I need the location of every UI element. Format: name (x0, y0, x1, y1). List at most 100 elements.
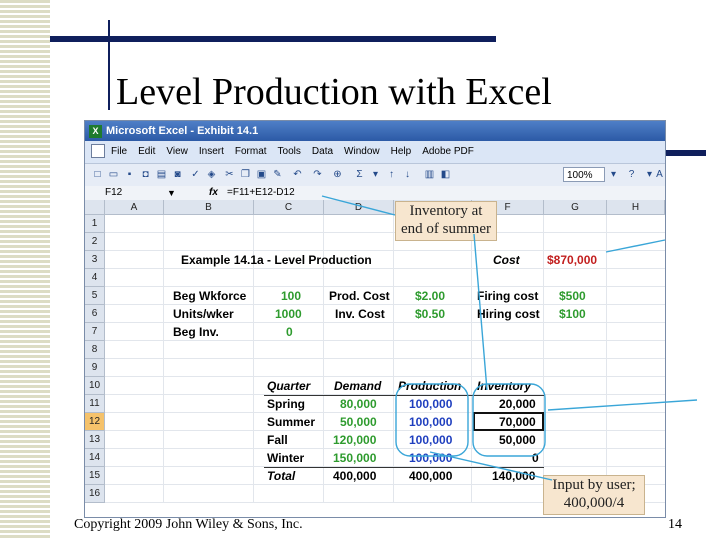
menu-edit[interactable]: Edit (138, 146, 155, 157)
cell-e6[interactable]: $0.50 (415, 306, 445, 323)
workbook-icon[interactable] (91, 144, 105, 159)
zoom-select[interactable]: 100% (563, 167, 605, 182)
cell-b5[interactable]: Beg Wkforce (173, 288, 246, 305)
table-row-quarter[interactable]: Spring (267, 396, 305, 413)
formula-input[interactable]: =F11+E12-D12 (227, 186, 295, 200)
cell-g3-cost-value[interactable]: $870,000 (547, 252, 597, 269)
row-header[interactable]: 15 (85, 467, 105, 485)
table-row-quarter[interactable]: Summer (267, 414, 315, 431)
row-header[interactable]: 7 (85, 323, 105, 341)
cell-f5[interactable]: Firing cost (477, 288, 538, 305)
table-row-demand[interactable]: 120,000 (333, 432, 376, 449)
row-header[interactable]: 3 (85, 251, 105, 269)
row-header[interactable]: 8 (85, 341, 105, 359)
table-header-quarter[interactable]: Quarter (267, 378, 310, 395)
sort-ascending-icon[interactable]: ↑ (385, 168, 398, 181)
row-header[interactable]: 11 (85, 395, 105, 413)
menu-format[interactable]: Format (235, 146, 267, 157)
menu-tools[interactable]: Tools (278, 146, 301, 157)
open-icon[interactable]: ▭ (107, 168, 120, 181)
table-row-production[interactable]: 100,000 (409, 396, 452, 413)
sort-descending-icon[interactable]: ↓ (401, 168, 414, 181)
table-header-demand[interactable]: Demand (334, 378, 381, 395)
insert-function-icon[interactable]: fx (209, 186, 218, 200)
table-row-inventory[interactable]: 50,000 (499, 432, 536, 449)
table-row-inventory[interactable]: 20,000 (499, 396, 536, 413)
spelling-icon[interactable]: ✓ (189, 168, 202, 181)
row-header[interactable]: 4 (85, 269, 105, 287)
cell-f6[interactable]: Hiring cost (477, 306, 540, 323)
cell-d6[interactable]: Inv. Cost (335, 306, 385, 323)
save-icon[interactable]: ▪ (123, 168, 136, 181)
name-box-dropdown-icon[interactable]: ▼ (167, 186, 176, 200)
menu-window[interactable]: Window (344, 146, 380, 157)
cell-c7[interactable]: 0 (286, 324, 293, 341)
new-icon[interactable]: □ (91, 168, 104, 181)
help-icon[interactable]: ? (625, 168, 638, 181)
column-header-h[interactable]: H (607, 200, 665, 215)
row-header[interactable]: 2 (85, 233, 105, 251)
chart-wizard-icon[interactable]: ▥ (423, 168, 436, 181)
row-header[interactable]: 16 (85, 485, 105, 503)
row-header[interactable]: 9 (85, 359, 105, 377)
column-header-b[interactable]: B (164, 200, 254, 215)
autosum-dropdown-icon[interactable]: ▾ (369, 168, 382, 181)
cell-f3-cost-label[interactable]: Cost (493, 252, 520, 269)
print-preview-icon[interactable]: ◙ (171, 168, 184, 181)
cell-b3-heading[interactable]: Example 14.1a - Level Production (181, 252, 372, 269)
font-label[interactable]: A (653, 168, 665, 181)
redo-icon[interactable]: ↷ (311, 168, 324, 181)
copy-icon[interactable]: ❐ (239, 168, 252, 181)
row-header[interactable]: 14 (85, 449, 105, 467)
row-header[interactable]: 5 (85, 287, 105, 305)
cell-e5[interactable]: $2.00 (415, 288, 445, 305)
name-box[interactable]: F12 (105, 186, 175, 200)
cut-icon[interactable]: ✂ (223, 168, 236, 181)
row-header[interactable]: 6 (85, 305, 105, 323)
cell-b6[interactable]: Units/wker (173, 306, 234, 323)
print-icon[interactable]: ▤ (155, 168, 168, 181)
row-header-selected[interactable]: 12 (85, 413, 105, 431)
cell-b7[interactable]: Beg Inv. (173, 324, 219, 341)
menu-file[interactable]: File (111, 146, 127, 157)
cell-c6[interactable]: 1000 (275, 306, 302, 323)
row-header[interactable]: 1 (85, 215, 105, 233)
table-total-quarter[interactable]: Total (267, 468, 295, 485)
column-header-a[interactable]: A (105, 200, 164, 215)
table-total-demand[interactable]: 400,000 (333, 468, 376, 485)
menu-data[interactable]: Data (312, 146, 333, 157)
research-icon[interactable]: ◈ (205, 168, 218, 181)
table-row-quarter[interactable]: Winter (267, 450, 304, 467)
row-header[interactable]: 13 (85, 431, 105, 449)
menu-view[interactable]: View (166, 146, 188, 157)
column-header-g[interactable]: G (544, 200, 607, 215)
zoom-dropdown-icon[interactable]: ▾ (607, 168, 620, 181)
cell-g5[interactable]: $500 (559, 288, 586, 305)
table-row-inventory[interactable]: 70,000 (499, 414, 536, 431)
table-total-inventory[interactable]: 140,000 (492, 468, 535, 485)
row-header[interactable]: 10 (85, 377, 105, 395)
autosum-icon[interactable]: Σ (353, 168, 366, 181)
table-header-production[interactable]: Production (398, 378, 461, 395)
undo-icon[interactable]: ↶ (291, 168, 304, 181)
cell-d5[interactable]: Prod. Cost (329, 288, 390, 305)
select-all-corner[interactable] (85, 200, 105, 215)
paste-icon[interactable]: ▣ (255, 168, 268, 181)
drawing-icon[interactable]: ◧ (439, 168, 452, 181)
table-row-demand[interactable]: 50,000 (340, 414, 377, 431)
table-row-demand[interactable]: 150,000 (333, 450, 376, 467)
hyperlink-icon[interactable]: ⊕ (331, 168, 344, 181)
column-header-c[interactable]: C (254, 200, 324, 215)
table-row-production[interactable]: 100,000 (409, 432, 452, 449)
menu-help[interactable]: Help (391, 146, 412, 157)
table-row-inventory[interactable]: 0 (532, 450, 539, 467)
menu-adobe-pdf[interactable]: Adobe PDF (422, 146, 474, 157)
cell-c5[interactable]: 100 (281, 288, 301, 305)
table-header-inventory[interactable]: Inventory (477, 378, 531, 395)
menu-insert[interactable]: Insert (199, 146, 224, 157)
table-row-quarter[interactable]: Fall (267, 432, 288, 449)
cell-g6[interactable]: $100 (559, 306, 586, 323)
table-row-production[interactable]: 100,000 (409, 450, 452, 467)
permission-icon[interactable]: ◘ (139, 168, 152, 181)
format-painter-icon[interactable]: ✎ (271, 168, 284, 181)
